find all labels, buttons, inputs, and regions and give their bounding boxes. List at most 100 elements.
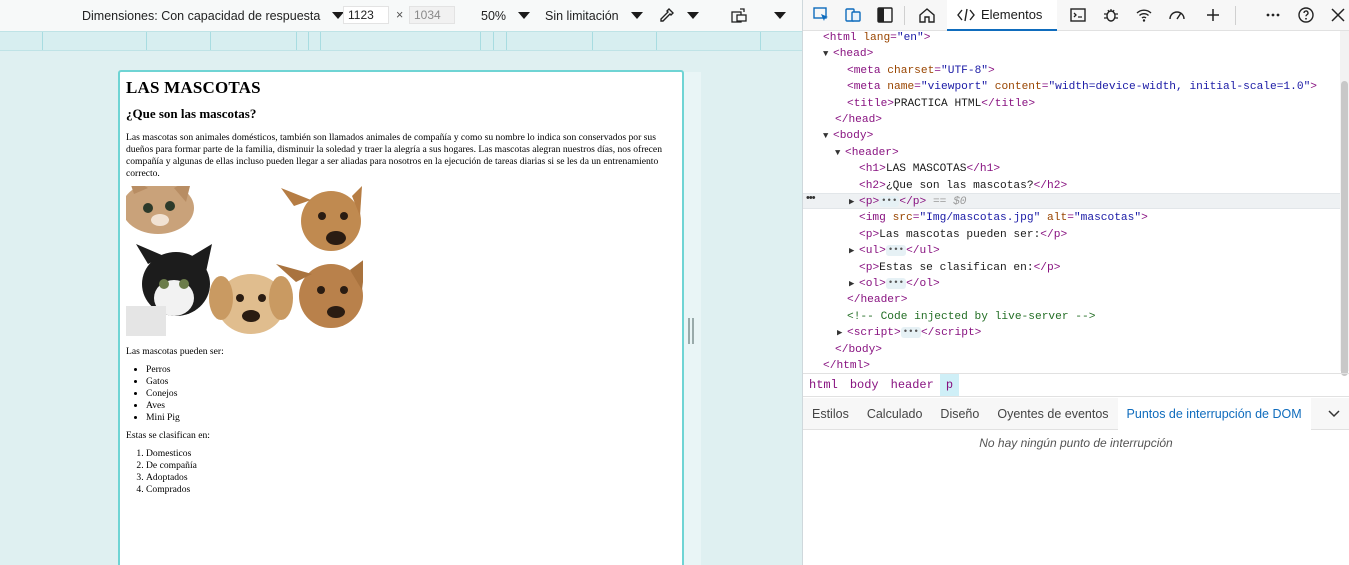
dom-node-h1[interactable]: <h1>LAS MASCOTAS</h1> <box>803 161 1341 177</box>
more-tools-button[interactable] <box>1201 4 1225 26</box>
tab-elements[interactable]: Elementos <box>947 0 1057 31</box>
list-item: Perros <box>146 364 676 376</box>
network-tab[interactable] <box>1132 4 1156 26</box>
code-brackets-icon <box>957 8 975 21</box>
elements-subtabs: Estilos Calculado Diseño Oyentes de even… <box>803 397 1349 430</box>
collapsed-triangle-icon[interactable]: ▶ <box>849 243 859 259</box>
tab-dom-breakpoints[interactable]: Puntos de interrupción de DOM <box>1117 397 1311 430</box>
customize-menu-button[interactable] <box>1261 4 1285 26</box>
classification-ordered-list: Domesticos De compañía Adoptados Comprad… <box>146 448 676 496</box>
sources-tab[interactable] <box>1099 4 1123 26</box>
console-tab[interactable] <box>1066 4 1090 26</box>
zoom-dropdown[interactable]: 50% <box>481 0 531 31</box>
dom-node-comment[interactable]: <!-- Code injected by live-server --> <box>803 309 1341 325</box>
breadcrumb-header[interactable]: header <box>885 374 940 396</box>
collapsed-triangle-icon[interactable]: ▶ <box>837 325 847 341</box>
intro-paragraph: Las mascotas son animales domésticos, ta… <box>126 132 662 179</box>
width-input[interactable] <box>343 6 389 24</box>
emulated-viewport[interactable]: LAS MASCOTAS ¿Que son las mascotas? Las … <box>118 70 684 565</box>
node-actions-ellipsis-icon[interactable]: ••• <box>806 192 816 204</box>
wifi-icon <box>1136 9 1152 22</box>
expanded-triangle-icon[interactable]: ▼ <box>823 46 833 62</box>
device-dimensions-label: Dimensiones: Con capacidad de respuesta <box>82 8 321 23</box>
breadcrumb-html[interactable]: html <box>803 374 844 396</box>
dom-node-body-close[interactable]: </body> <box>803 342 1341 358</box>
dom-node-img[interactable]: <img src="Img/mascotas.jpg" alt="mascota… <box>803 210 1341 226</box>
more-options-dropdown[interactable] <box>768 0 786 31</box>
dom-scrollbar[interactable] <box>1340 31 1349 376</box>
expanded-triangle-icon[interactable]: ▼ <box>823 128 833 144</box>
dock-button[interactable] <box>873 4 897 26</box>
dom-node-header[interactable]: ▼ <header> <box>803 145 1341 161</box>
tab-computed[interactable]: Calculado <box>858 398 932 430</box>
inspect-icon <box>813 7 828 21</box>
dom-node-html[interactable]: <html lang="en"> <box>803 31 1341 46</box>
help-button[interactable] <box>1294 4 1318 26</box>
list-item: Domesticos <box>146 448 676 460</box>
device-toolbar: Dimensiones: Con capacidad de respuesta … <box>0 0 802 31</box>
ordered-list-intro: Estas se clasifican en: <box>126 430 210 441</box>
dom-node-header-close[interactable]: </header> <box>803 292 1341 308</box>
ruler-mark <box>42 32 43 50</box>
pets-image <box>126 186 363 336</box>
dom-node-meta-viewport[interactable]: <meta name="viewport" content="width=dev… <box>803 79 1341 95</box>
collapsed-triangle-icon[interactable]: ▶ <box>849 194 859 210</box>
dom-node-body[interactable]: ▼ <body> <box>803 128 1341 144</box>
close-icon <box>1331 8 1345 22</box>
close-devtools-button[interactable] <box>1326 4 1349 26</box>
height-input[interactable] <box>409 6 455 24</box>
eyedropper-button[interactable] <box>657 0 699 31</box>
caret-down-icon <box>687 12 699 19</box>
ruler-mark <box>493 32 494 50</box>
media-query-ruler[interactable] <box>0 31 802 51</box>
breadcrumb-body[interactable]: body <box>844 374 885 396</box>
inspect-element-button[interactable] <box>809 4 833 26</box>
dom-node-ul[interactable]: ▶ <ul> ••• </ul> <box>803 243 1341 259</box>
rotate-button[interactable] <box>730 0 748 31</box>
dom-node-ol[interactable]: ▶ <ol> ••• </ol> <box>803 276 1341 292</box>
device-emulation-button[interactable] <box>841 4 865 26</box>
empty-breakpoints-message: No hay ningún punto de interrupción <box>979 436 1173 450</box>
tab-layout[interactable]: Diseño <box>931 398 988 430</box>
dom-node-html-close[interactable]: </html> <box>803 358 1341 372</box>
zoom-label: 50% <box>481 8 507 23</box>
welcome-tab[interactable] <box>915 4 939 26</box>
dom-node-title[interactable]: <title>PRACTICA HTML</title> <box>803 96 1341 112</box>
dom-node-p-selected[interactable]: ▶ <p> ••• </p> == $0 <box>803 193 1341 210</box>
dom-node-p2[interactable]: <p>Las mascotas pueden ser:</p> <box>803 227 1341 243</box>
device-dimensions-dropdown[interactable]: Dimensiones: Con capacidad de respuesta <box>82 0 345 31</box>
dom-node-script[interactable]: ▶ <script> ••• </script> <box>803 325 1341 341</box>
dom-node-head-close[interactable]: </head> <box>803 112 1341 128</box>
collapsed-ellipsis-icon[interactable]: ••• <box>900 327 921 339</box>
expanded-triangle-icon[interactable]: ▼ <box>835 145 845 161</box>
dom-node-meta-charset[interactable]: <meta charset="UTF-8"> <box>803 63 1341 79</box>
help-icon <box>1298 7 1314 23</box>
performance-tab[interactable] <box>1165 4 1189 26</box>
collapsed-ellipsis-icon[interactable]: ••• <box>885 245 907 257</box>
ruler-mark <box>480 32 481 50</box>
breadcrumb: html body header p <box>803 373 1349 397</box>
list-item: Comprados <box>146 484 676 496</box>
tab-event-listeners[interactable]: Oyentes de eventos <box>988 398 1117 430</box>
plus-icon <box>1207 9 1219 21</box>
dom-node-h2[interactable]: <h2>¿Que son las mascotas?</h2> <box>803 178 1341 194</box>
breadcrumb-p[interactable]: p <box>939 374 960 396</box>
tab-styles[interactable]: Estilos <box>803 398 858 430</box>
tab-elements-label: Elementos <box>981 7 1043 22</box>
viewport-resize-handle[interactable] <box>688 318 694 344</box>
ruler-mark <box>296 32 297 50</box>
throttling-dropdown[interactable]: Sin limitación <box>545 0 643 31</box>
dom-node-head[interactable]: ▼ <head> <box>803 46 1341 62</box>
collapsed-ellipsis-icon[interactable]: ••• <box>885 278 907 289</box>
list-item: Gatos <box>146 376 676 388</box>
dom-tree[interactable]: <html lang="en"> ▼ <head> <meta charset="… <box>803 31 1349 372</box>
ruler-mark <box>592 32 593 50</box>
dom-scrollbar-thumb[interactable] <box>1341 81 1348 376</box>
ruler-mark <box>320 32 321 50</box>
throttling-label: Sin limitación <box>545 8 619 23</box>
chevron-down-icon[interactable] <box>1327 407 1341 421</box>
dom-node-p3[interactable]: <p>Estas se clasifican en:</p> <box>803 260 1341 276</box>
collapsed-triangle-icon[interactable]: ▶ <box>849 276 859 292</box>
collapsed-ellipsis-icon[interactable]: ••• <box>879 196 900 207</box>
list-item: De compañía <box>146 460 676 472</box>
